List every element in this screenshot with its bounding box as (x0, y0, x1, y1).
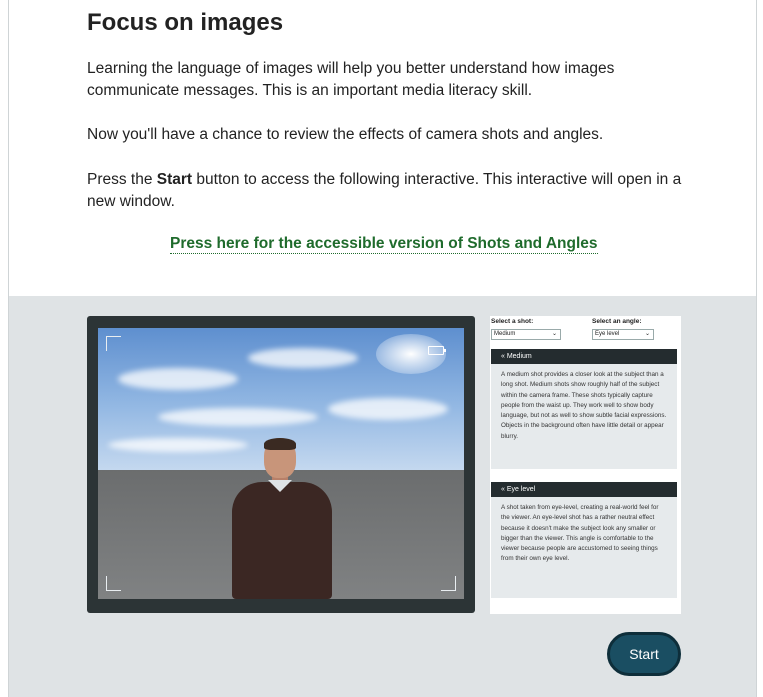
angle-select[interactable]: Eye level ⌄ (592, 329, 654, 340)
angle-panel-header[interactable]: « Eye level (491, 482, 677, 497)
start-button[interactable]: Start (607, 632, 681, 676)
chevron-down-icon: ⌄ (551, 331, 557, 337)
shot-panel-header[interactable]: « Medium (491, 349, 677, 364)
review-paragraph: Now you'll have a chance to review the e… (87, 126, 604, 143)
battery-icon (428, 346, 446, 355)
shot-panel-text: A medium shot provides a closer look at … (501, 371, 667, 440)
frame-corner-top-left (106, 336, 121, 351)
angle-description-panel: « Eye level A shot taken from eye-level,… (491, 482, 677, 598)
content-page: Focus on images Learning the language of… (8, 0, 757, 697)
angle-select-value: Eye level (595, 331, 620, 337)
chevron-down-icon: ⌄ (644, 331, 650, 337)
instructions-paragraph: Press the Start button to access the fol… (87, 169, 687, 213)
shot-select-label: Select a shot: (491, 318, 534, 325)
shots-angles-interactive: Select a shot: Select an angle: Medium ⌄ … (9, 296, 756, 697)
controls-panel: Select a shot: Select an angle: Medium ⌄ … (490, 316, 681, 614)
frame-corner-bottom-right (441, 576, 456, 591)
shot-select[interactable]: Medium ⌄ (491, 329, 561, 340)
instructions-before: Press the (87, 171, 157, 188)
instructions-start-word: Start (156, 171, 193, 188)
camera-viewer (87, 316, 475, 613)
accessible-version-link[interactable]: Press here for the accessible version of… (170, 235, 598, 254)
frame-corner-bottom-left (106, 576, 121, 591)
person-figure (226, 438, 338, 599)
angle-panel-text: A shot taken from eye-level, creating a … (501, 504, 659, 563)
camera-scene-image (98, 328, 464, 599)
intro-paragraph: Learning the language of images will hel… (87, 60, 615, 99)
shot-select-value: Medium (494, 331, 516, 337)
angle-select-label: Select an angle: (592, 318, 642, 325)
page-title: Focus on images (87, 9, 284, 36)
shot-description-panel: « Medium A medium shot provides a closer… (491, 349, 677, 469)
